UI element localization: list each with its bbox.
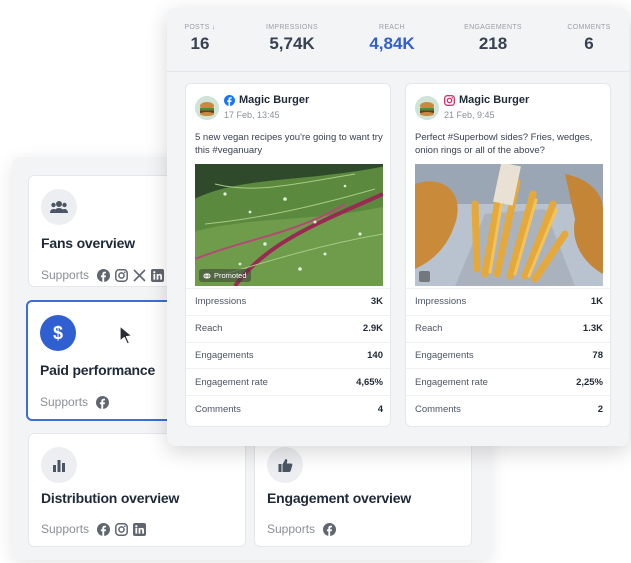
metric-row-engagements: Engagements 78 (406, 341, 610, 369)
supports-label: Supports (40, 395, 89, 409)
metric-row-engagement-rate: Engagement rate 2,25% (406, 368, 610, 395)
metric-row-comments: Comments 4 (186, 395, 390, 422)
metric-row-reach: Reach 2.9K (186, 314, 390, 342)
supports-row: Supports (41, 522, 147, 536)
stat-value: 218 (478, 34, 508, 53)
svg-text:$: $ (53, 323, 63, 343)
card-title: Engagement overview (267, 490, 412, 506)
post-date: 17 Feb, 13:45 (224, 110, 280, 120)
post-caption: 5 new vegan recipes you're going to want… (195, 132, 383, 156)
brand-name: Magic Burger (239, 94, 310, 106)
facebook-icon (323, 522, 337, 536)
supports-row: Supports (40, 395, 110, 409)
stat-posts[interactable]: POSTS ↓ 16 (183, 24, 217, 54)
stat-label: REACH (378, 24, 405, 31)
supports-row: Supports (41, 268, 165, 282)
stat-comments[interactable]: COMMENTS 6 (565, 24, 613, 54)
x-icon (133, 268, 146, 282)
metric-row-engagements: Engagements 140 (186, 341, 390, 369)
post-metrics: Impressions 3K Reach 2.9K Engagements 140 E… (186, 288, 390, 422)
mouse-cursor-icon (118, 325, 136, 345)
stat-value: 16 (190, 34, 210, 53)
brand-avatar (415, 96, 439, 120)
linkedin-icon (133, 522, 147, 536)
post-brand: Magic Burger (444, 94, 529, 106)
brand-name: Magic Burger (459, 94, 530, 106)
dollar-icon: $ (40, 315, 76, 351)
facebook-icon (97, 522, 111, 536)
stat-label: IMPRESSIONS (266, 24, 318, 31)
people-icon (41, 189, 77, 225)
supports-label: Supports (41, 522, 90, 536)
thumbs-up-icon (267, 447, 303, 483)
card-title: Fans overview (41, 235, 135, 251)
stat-reach[interactable]: REACH 4,84K (359, 24, 425, 54)
supports-label: Supports (267, 522, 316, 536)
stat-impressions[interactable]: IMPRESSIONS 5,74K (259, 24, 325, 54)
stats-bar: POSTS ↓ 16 IMPRESSIONS 5,74K REACH 4,84K… (167, 8, 629, 72)
metric-row-comments: Comments 2 (406, 395, 610, 422)
facebook-icon (224, 94, 235, 106)
post-metrics: Impressions 1K Reach 1.3K Engagements 78 En… (406, 288, 610, 422)
stat-label: POSTS ↓ (184, 24, 216, 31)
stat-engagements[interactable]: ENGAGEMENTS 218 (463, 24, 523, 54)
brand-avatar (195, 96, 219, 120)
metric-row-reach: Reach 1.3K (406, 314, 610, 342)
card-title: Distribution overview (41, 490, 180, 506)
metric-row-engagement-rate: Engagement rate 4,65% (186, 368, 390, 395)
stat-value: 4,84K (369, 34, 415, 53)
post-brand: Magic Burger (224, 94, 309, 106)
stat-value: 6 (584, 34, 594, 53)
post-image-greens[interactable]: Promoted (195, 164, 383, 286)
supports-row: Supports (267, 522, 337, 536)
facebook-icon (96, 395, 110, 409)
facebook-icon (97, 268, 111, 282)
promoted-label: Promoted (214, 271, 247, 280)
stat-label: ENGAGEMENTS (464, 24, 522, 31)
supports-label: Supports (41, 268, 90, 282)
instagram-icon (444, 94, 455, 106)
post-card-instagram[interactable]: Magic Burger 21 Feb, 9:45 Perfect #Super… (405, 83, 611, 427)
image-type-icon (419, 271, 430, 282)
sort-arrow-icon[interactable]: ↓ (212, 24, 216, 31)
post-card-facebook[interactable]: Magic Burger 17 Feb, 13:45 5 new vegan r… (185, 83, 391, 427)
link-icon (203, 272, 211, 280)
post-caption: Perfect #Superbowl sides? Fries, wedges,… (415, 132, 593, 156)
stat-value: 5,74K (269, 34, 315, 53)
bar-chart-icon (41, 447, 77, 483)
report-card-engagement-overview[interactable]: Engagement overview Supports (254, 433, 472, 547)
post-performance-panel: POSTS ↓ 16 IMPRESSIONS 5,74K REACH 4,84K… (167, 8, 629, 446)
card-title: Paid performance (40, 362, 156, 378)
stat-label: COMMENTS (567, 24, 611, 31)
instagram-icon (115, 268, 128, 282)
post-date: 21 Feb, 9:45 (444, 110, 495, 120)
post-image-fries[interactable] (415, 164, 603, 286)
metric-row-impressions: Impressions 3K (186, 288, 390, 315)
linkedin-icon (151, 268, 165, 282)
report-card-distribution-overview[interactable]: Distribution overview Supports (28, 433, 246, 547)
promoted-badge: Promoted (199, 269, 251, 282)
instagram-icon (115, 522, 128, 536)
metric-row-impressions: Impressions 1K (406, 288, 610, 315)
